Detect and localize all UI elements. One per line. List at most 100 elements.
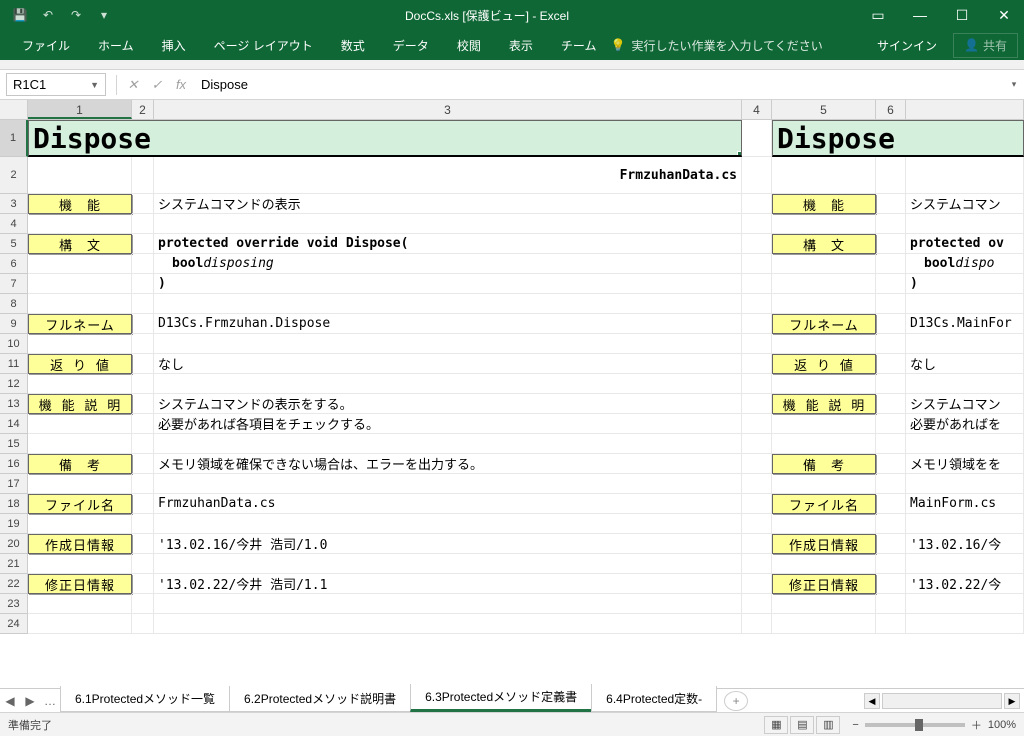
tab-page-layout[interactable]: ページ レイアウト — [200, 31, 327, 60]
scroll-left-icon[interactable]: ◀ — [864, 693, 880, 709]
cell[interactable] — [742, 614, 772, 634]
title-cell[interactable]: Dispose — [28, 120, 742, 157]
cell[interactable] — [742, 474, 772, 494]
sheet-tab[interactable]: 6.4Protected定数- — [591, 686, 717, 712]
cell[interactable] — [28, 334, 132, 354]
label-cell[interactable]: 修正日情報 — [28, 574, 132, 594]
cell[interactable] — [876, 614, 906, 634]
cell[interactable] — [876, 414, 906, 434]
cell[interactable] — [28, 274, 132, 294]
row-header[interactable]: 6 — [0, 254, 28, 274]
enter-icon[interactable]: ✓ — [145, 77, 169, 93]
cell[interactable] — [28, 594, 132, 614]
cell[interactable]: protected override void Dispose( — [154, 234, 742, 254]
cell[interactable] — [28, 514, 132, 534]
cell[interactable] — [742, 314, 772, 334]
tab-review[interactable]: 校閲 — [443, 31, 495, 60]
cell[interactable] — [132, 294, 154, 314]
sheet-nav-more[interactable]: … — [40, 694, 60, 708]
cell[interactable] — [132, 157, 154, 194]
cell[interactable] — [28, 374, 132, 394]
select-all-button[interactable] — [0, 100, 28, 119]
row-header[interactable]: 16 — [0, 454, 28, 474]
cell[interactable] — [772, 334, 876, 354]
cell[interactable] — [742, 157, 772, 194]
cell[interactable] — [742, 274, 772, 294]
sign-in-link[interactable]: サインイン — [867, 37, 947, 54]
cell[interactable] — [876, 214, 906, 234]
cell[interactable] — [876, 454, 906, 474]
fx-icon[interactable]: fx — [169, 77, 193, 92]
col-header[interactable]: 4 — [742, 100, 772, 119]
cell[interactable]: '13.02.22/今 — [906, 574, 1024, 594]
cell[interactable]: '13.02.16/今 — [906, 534, 1024, 554]
cell[interactable] — [906, 214, 1024, 234]
cell[interactable] — [876, 574, 906, 594]
sheet-tab[interactable]: 6.2Protectedメソッド説明書 — [229, 686, 411, 712]
cell[interactable] — [876, 494, 906, 514]
cell[interactable] — [906, 374, 1024, 394]
cell[interactable]: システムコマンドの表示をする。 — [154, 394, 742, 414]
row-header[interactable]: 14 — [0, 414, 28, 434]
cell[interactable] — [154, 554, 742, 574]
cell[interactable] — [132, 574, 154, 594]
cell[interactable] — [132, 374, 154, 394]
cell[interactable] — [876, 434, 906, 454]
cell[interactable] — [906, 474, 1024, 494]
row-header[interactable]: 17 — [0, 474, 28, 494]
save-icon[interactable]: 💾 — [8, 8, 32, 22]
cell[interactable] — [742, 454, 772, 474]
cell[interactable] — [132, 614, 154, 634]
cell[interactable] — [154, 334, 742, 354]
cell[interactable]: システムコマン — [906, 194, 1024, 214]
cell[interactable] — [132, 414, 154, 434]
minimize-icon[interactable]: — — [900, 0, 940, 30]
redo-icon[interactable]: ↷ — [64, 8, 88, 22]
cell[interactable] — [876, 274, 906, 294]
cell[interactable]: MainForm.cs — [906, 494, 1024, 514]
cell[interactable] — [876, 554, 906, 574]
cell[interactable] — [876, 394, 906, 414]
label-cell[interactable]: 構 文 — [772, 234, 876, 254]
spreadsheet-grid[interactable]: 1 2 3 4 5 6 1 Dispose Dispose 2 Frmzuhan… — [0, 100, 1024, 678]
share-button[interactable]: 👤 共有 — [953, 33, 1018, 58]
cell[interactable]: ) — [906, 274, 1024, 294]
cell[interactable] — [742, 594, 772, 614]
tab-file[interactable]: ファイル — [8, 31, 84, 60]
cell[interactable] — [132, 514, 154, 534]
cell[interactable]: システムコマンドの表示 — [154, 194, 742, 214]
cell[interactable] — [876, 314, 906, 334]
cell[interactable] — [154, 294, 742, 314]
label-cell[interactable]: フルネーム — [28, 314, 132, 334]
col-header[interactable]: 5 — [772, 100, 876, 119]
cell[interactable] — [742, 574, 772, 594]
cell[interactable] — [772, 374, 876, 394]
tab-team[interactable]: チーム — [547, 31, 611, 60]
row-header[interactable]: 12 — [0, 374, 28, 394]
cell[interactable] — [772, 594, 876, 614]
row-header[interactable]: 1 — [0, 120, 28, 157]
cell[interactable]: メモリ領域を確保できない場合は、エラーを出力する。 — [154, 454, 742, 474]
cell[interactable] — [132, 494, 154, 514]
zoom-level[interactable]: 100% — [988, 719, 1016, 731]
row-header[interactable]: 23 — [0, 594, 28, 614]
cell[interactable] — [154, 594, 742, 614]
cell[interactable] — [742, 514, 772, 534]
cell[interactable] — [132, 214, 154, 234]
cell[interactable] — [772, 474, 876, 494]
col-header[interactable] — [906, 100, 1024, 119]
cell[interactable] — [28, 614, 132, 634]
cell[interactable] — [876, 594, 906, 614]
undo-icon[interactable]: ↶ — [36, 8, 60, 22]
cell[interactable] — [132, 394, 154, 414]
label-cell[interactable]: 備 考 — [772, 454, 876, 474]
cell[interactable] — [28, 157, 132, 194]
cell[interactable] — [876, 157, 906, 194]
label-cell[interactable]: 返 り 値 — [772, 354, 876, 374]
row-header[interactable]: 18 — [0, 494, 28, 514]
cell[interactable] — [28, 474, 132, 494]
cell[interactable] — [742, 414, 772, 434]
ribbon-options-icon[interactable]: ▭ — [858, 0, 898, 30]
cell[interactable] — [154, 374, 742, 394]
cell[interactable]: D13Cs.MainFor — [906, 314, 1024, 334]
